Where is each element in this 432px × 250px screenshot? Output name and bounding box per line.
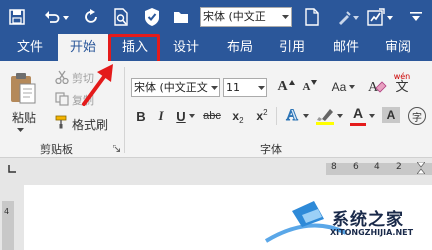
tab-home[interactable]: 开始 [58, 34, 108, 62]
enclose-char-glyph: 字 [408, 107, 426, 125]
print-preview-icon[interactable] [112, 7, 130, 27]
tab-file[interactable]: 文件 [8, 34, 52, 61]
italic-button[interactable]: I [152, 107, 170, 125]
font-color-glyph: A [352, 105, 364, 121]
tab-design[interactable]: 设计 [164, 34, 208, 61]
case-icon[interactable]: Aa [328, 77, 350, 97]
text-effects-icon[interactable]: A [282, 105, 302, 127]
tab-references[interactable]: 引用 [270, 34, 314, 61]
ruler-mark-8: 8 [331, 162, 337, 172]
character-shading-glyph: A [382, 107, 400, 123]
ribbon-home: 粘贴 剪切 复制 格式刷 剪贴板 宋体 (中文正文 11 A A Aa A wé… [0, 61, 432, 158]
paste-dropdown-icon[interactable] [16, 127, 24, 133]
strike-glyph: abc [203, 110, 221, 122]
highlight-color-button[interactable] [314, 104, 336, 128]
font-size-dropdown-icon[interactable] [256, 80, 266, 95]
phonetic-guide-icon[interactable]: wén 文 [390, 69, 414, 97]
folder-icon[interactable] [172, 8, 190, 26]
group-divider [124, 67, 125, 153]
save-icon[interactable] [8, 8, 26, 26]
ruler-area: 8 6 4 2 [0, 159, 432, 177]
qat-font-dropdown-icon[interactable] [280, 13, 290, 21]
qat-dropdown-icon[interactable] [352, 14, 360, 22]
format-painter-label[interactable]: 格式刷 [72, 116, 108, 133]
redo-icon[interactable] [82, 8, 100, 26]
paste-icon[interactable] [8, 71, 38, 107]
font-name-dropdown-icon[interactable] [209, 80, 219, 95]
text-effects-glyph: A [286, 107, 299, 125]
shrink-font-glyph: A [302, 81, 311, 93]
vertical-ruler-mark: 4 [4, 207, 10, 216]
quick-access-toolbar: 宋体 (中文正 [0, 0, 432, 34]
annotation-arrow [80, 60, 120, 108]
qat-font-value: 宋体 (中文正 [203, 10, 266, 23]
font-row-divider [276, 107, 277, 125]
ruler-mark-2: 2 [396, 162, 402, 172]
tab-review[interactable]: 审阅 [376, 34, 420, 61]
font-color-dropdown-icon[interactable] [368, 113, 376, 119]
phonetic-char: 文 [395, 79, 409, 95]
tab-selector-icon[interactable] [4, 161, 20, 177]
subscript-glyph: x [232, 109, 240, 123]
highlight-dropdown-icon[interactable] [336, 113, 344, 119]
italic-glyph: I [158, 108, 164, 123]
font-size-value: 11 [226, 81, 240, 94]
font-name-value: 宋体 (中文正文 [134, 81, 208, 94]
qat-font-combo[interactable]: 宋体 (中文正 [200, 7, 292, 27]
new-doc-icon[interactable] [304, 7, 320, 27]
bold-glyph: B [136, 108, 146, 124]
document-area: 4 系统之家 XITONGZHIJIA.NET [0, 177, 432, 250]
strikethrough-button[interactable]: abc [200, 107, 224, 125]
grow-font-glyph: A [277, 79, 288, 94]
undo-dropdown-icon[interactable] [62, 14, 70, 22]
cut-icon[interactable] [54, 69, 70, 85]
indent-marker-icon[interactable] [416, 161, 426, 175]
underline-dropdown-icon[interactable] [188, 113, 196, 119]
case-glyph: Aa [331, 80, 347, 94]
font-name-combo[interactable]: 宋体 (中文正文 [131, 78, 220, 97]
bold-button[interactable]: B [132, 107, 150, 125]
paste-label[interactable]: 粘贴 [12, 109, 36, 126]
ruler-mark-6: 6 [353, 162, 359, 172]
enclose-characters-icon[interactable]: 字 [406, 105, 428, 127]
clear-formatting-icon[interactable]: A [366, 75, 388, 97]
clipboard-group-label: 剪贴板 [40, 143, 73, 156]
shrink-font-icon[interactable]: A [300, 77, 320, 97]
copy-icon[interactable] [54, 91, 70, 107]
clipboard-launcher-icon[interactable] [112, 144, 120, 152]
security-icon[interactable] [142, 6, 162, 28]
superscript-mark: 2 [263, 107, 268, 117]
ribbon-tabs: 文件 开始 插入 设计 布局 引用 邮件 审阅 [0, 34, 432, 62]
macro-icon[interactable] [366, 7, 386, 27]
grow-font-icon[interactable]: A [276, 77, 296, 97]
ruler-mark-4: 4 [374, 162, 380, 172]
text-effects-dropdown-icon[interactable] [302, 113, 310, 119]
font-color-button[interactable]: A [348, 104, 368, 128]
subscript-button[interactable]: x2 [228, 107, 248, 125]
case-dropdown-icon[interactable] [348, 84, 356, 90]
superscript-glyph: x [256, 109, 264, 123]
font-color-bar [350, 123, 366, 126]
tab-mailings[interactable]: 邮件 [324, 34, 368, 61]
macro-dropdown-icon[interactable] [386, 14, 394, 22]
format-painter-icon[interactable] [54, 114, 70, 130]
character-shading-icon[interactable]: A [380, 105, 402, 125]
undo-icon[interactable] [42, 8, 62, 26]
watermark-title: 系统之家 [332, 210, 404, 230]
highlight-color-bar [316, 122, 334, 125]
subscript-mark: 2 [239, 115, 244, 125]
watermark-url: XITONGZHIJIA.NET [330, 228, 414, 237]
underline-glyph: U [176, 108, 186, 124]
word-window: 宋体 (中文正 文件 开始 插入 设计 布局 引用 邮件 审阅 粘贴 剪切 复制… [0, 0, 432, 250]
customize-qat-icon[interactable] [408, 10, 424, 24]
tab-layout[interactable]: 布局 [218, 34, 262, 61]
font-group-label: 字体 [260, 143, 282, 156]
superscript-button[interactable]: x2 [252, 107, 272, 125]
